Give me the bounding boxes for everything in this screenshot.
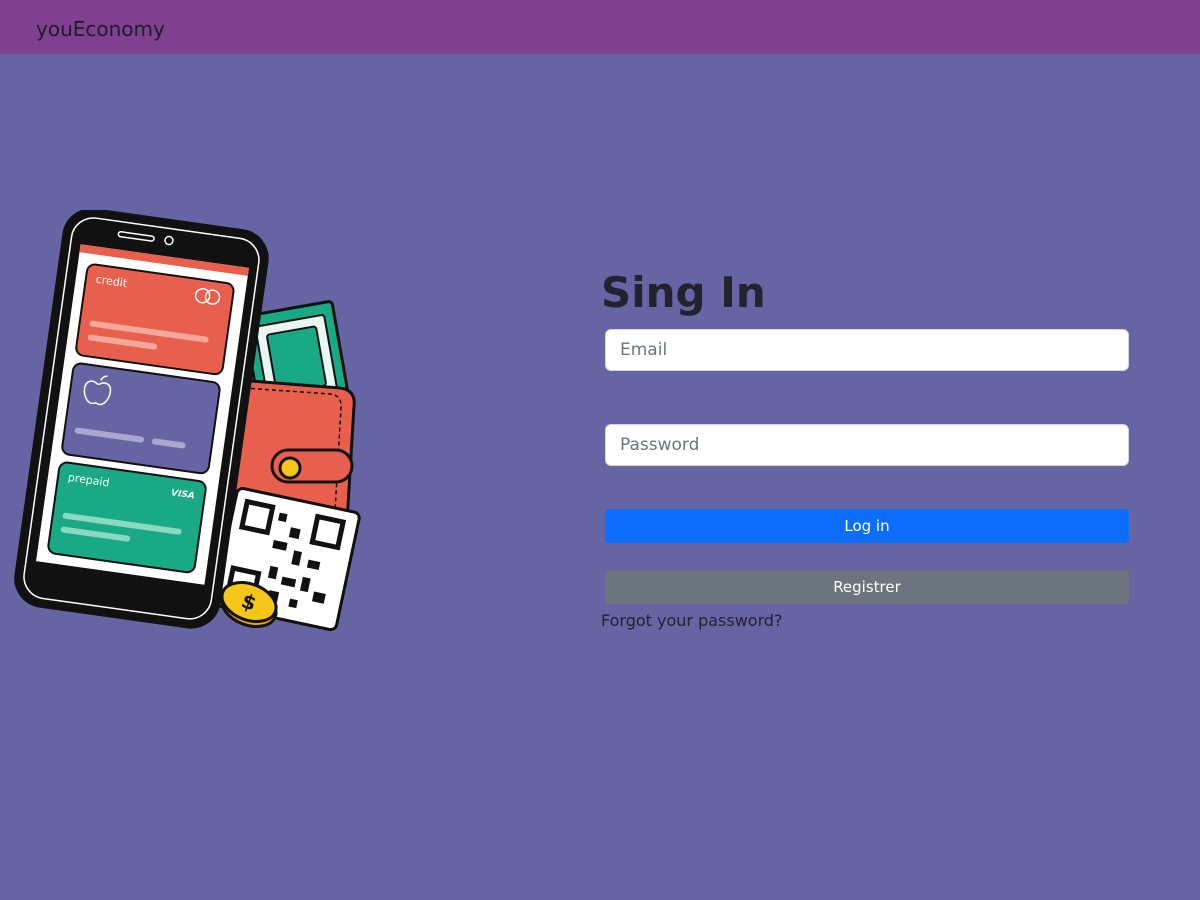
register-button[interactable]: Registrer — [605, 570, 1129, 604]
forgot-password-link[interactable]: Forgot your password? — [601, 611, 783, 630]
email-field[interactable] — [605, 329, 1129, 371]
wallet-phone-illustration: $ credit prepaid VISA — [14, 210, 361, 632]
navbar: youEconomy — [0, 0, 1200, 54]
page-title: Sing In — [601, 268, 766, 317]
password-field[interactable] — [605, 424, 1129, 466]
login-button[interactable]: Log in — [605, 509, 1129, 543]
brand-link[interactable]: youEconomy — [36, 17, 165, 41]
